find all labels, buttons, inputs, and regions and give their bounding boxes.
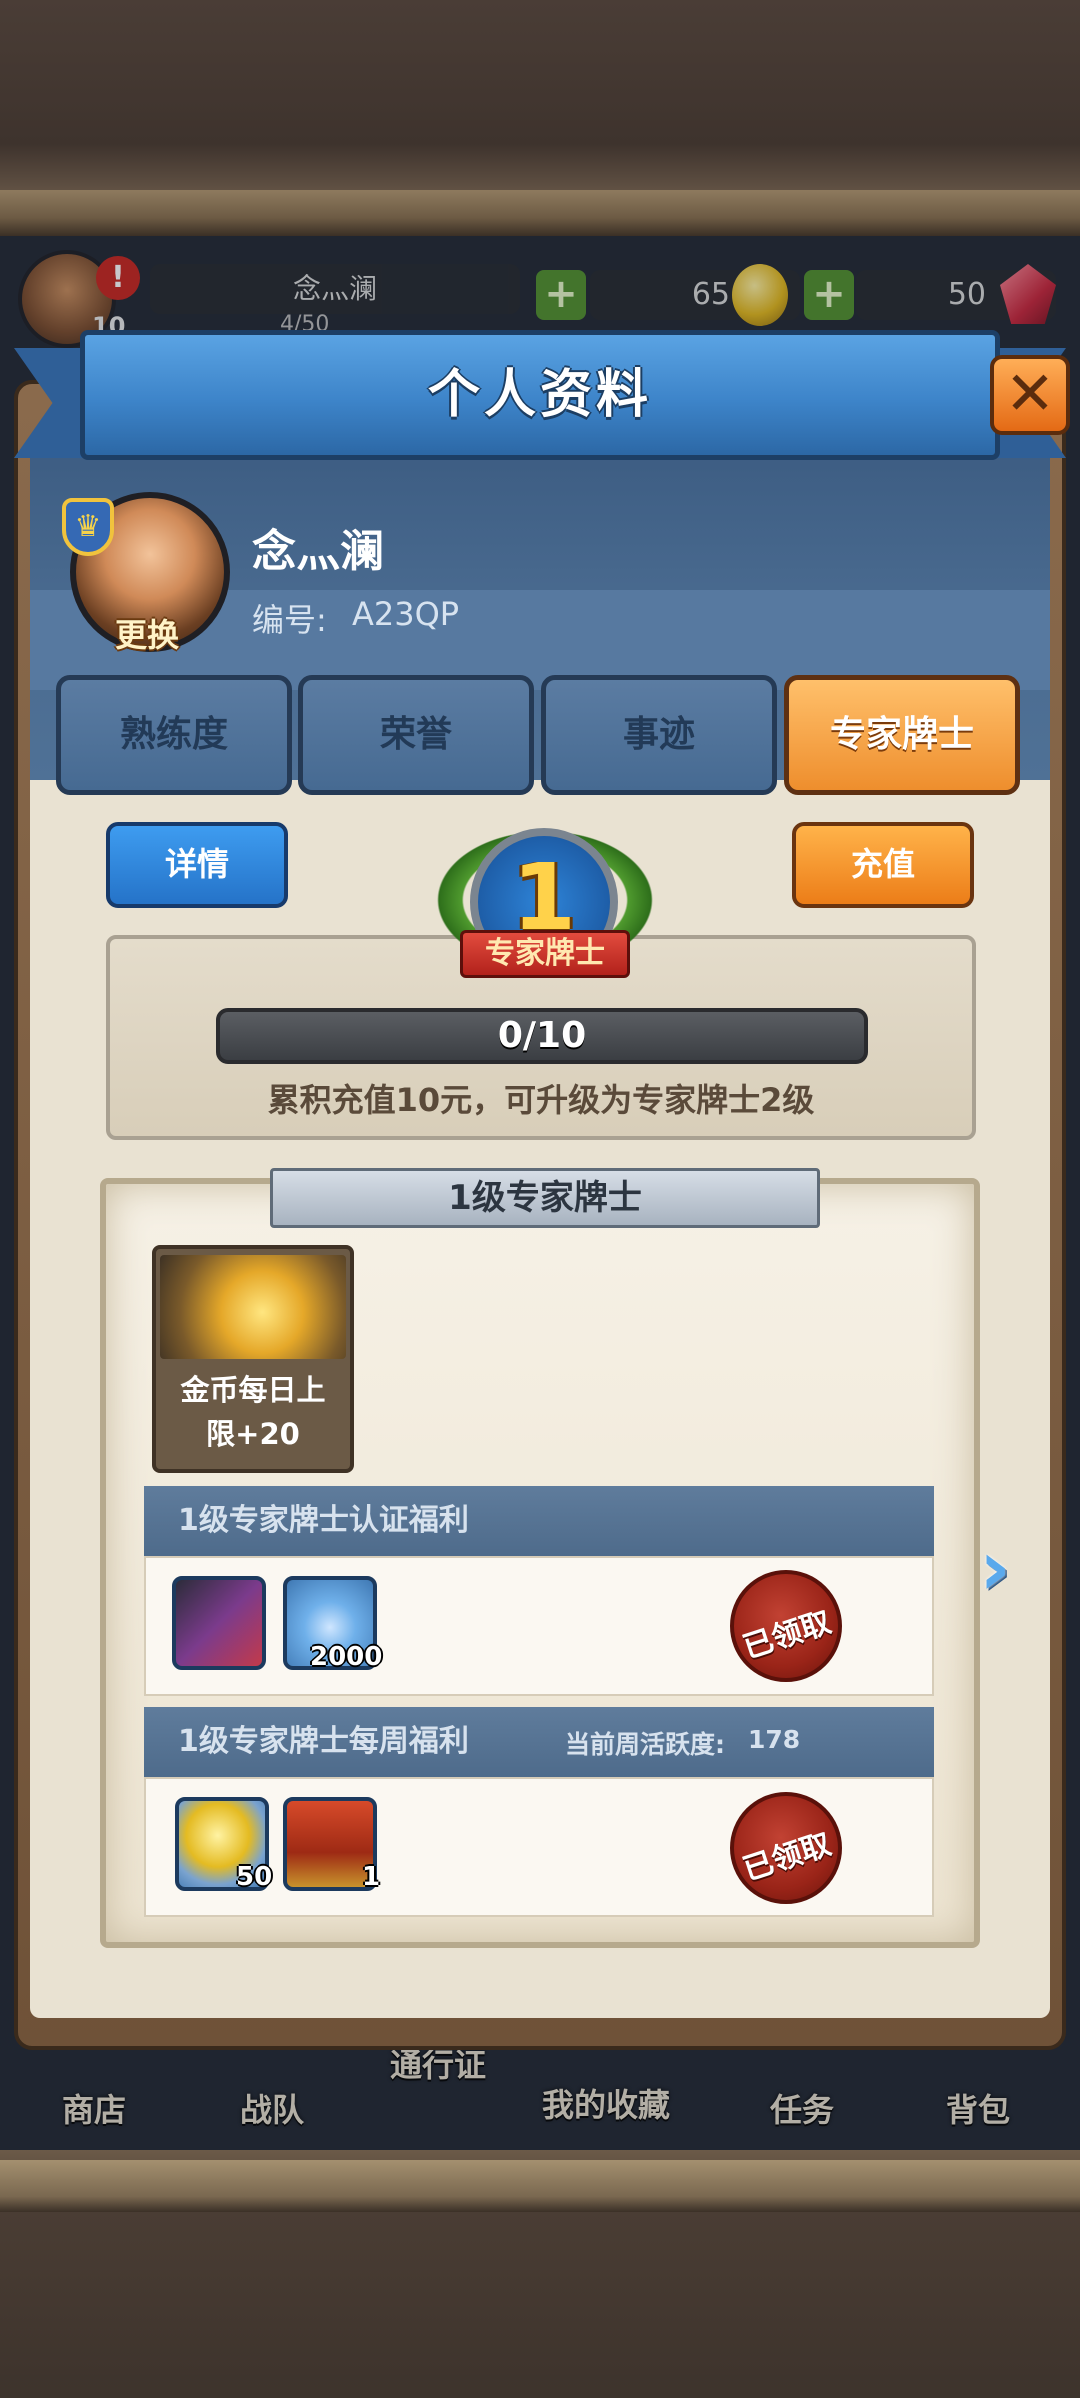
change-avatar-button[interactable]: 更换 [115, 610, 179, 656]
potion-count: 2000 [310, 1642, 383, 1672]
player-id: A23QP [352, 595, 460, 633]
coin-reward-count: 50 [236, 1862, 273, 1892]
top-wood-frame [0, 190, 1080, 236]
nav-tasks[interactable]: 任务 [770, 2085, 834, 2131]
modal-title: 个人资料 [427, 365, 652, 425]
gold-chest-icon [160, 1255, 346, 1359]
tab-deeds[interactable]: 事迹 [541, 675, 777, 795]
tab-proficiency[interactable]: 熟练度 [56, 675, 292, 795]
add-gems-button[interactable]: + [804, 270, 854, 320]
activity-value: 178 [748, 1725, 801, 1754]
next-page-arrow-icon[interactable]: › [970, 1528, 1020, 1608]
detail-button[interactable]: 详情 [106, 822, 288, 908]
chest-reward-count: 1 [362, 1862, 381, 1892]
bottom-wood-frame [0, 2160, 1080, 2212]
nav-collection[interactable]: 我的收藏 [542, 2080, 670, 2126]
add-coins-button[interactable]: + [536, 270, 586, 320]
tab-expert[interactable]: 专家牌士 [784, 675, 1020, 795]
alert-icon[interactable]: ! [96, 256, 140, 300]
activity-label: 当前周活跃度: [565, 1730, 725, 1759]
weekly-section-title: 1级专家牌士每周福利 [144, 1707, 934, 1777]
player-name: 念灬澜 [252, 526, 384, 577]
perk-label: 金币每日上 限+20 [180, 1373, 326, 1451]
player-id-label: 编号: [252, 601, 327, 639]
close-button[interactable]: ✕ [990, 355, 1070, 435]
bottom-nav: 商店 战队 通行证 我的收藏 任务 背包 [0, 2040, 1080, 2160]
hud-player-name: 念灬澜 [150, 264, 520, 314]
nav-team[interactable]: 战队 [240, 2085, 304, 2131]
recharge-button[interactable]: 充值 [792, 822, 974, 908]
tab-honor[interactable]: 荣誉 [298, 675, 534, 795]
panel-header: 1级专家牌士 [270, 1168, 820, 1228]
gold-coin-icon [732, 264, 788, 326]
crown-icon: ♛ [62, 498, 114, 556]
nav-bag[interactable]: 背包 [946, 2085, 1010, 2131]
hero-avatar-icon[interactable] [172, 1576, 266, 1670]
medal-banner: 专家牌士 [460, 930, 630, 978]
progress-text: 0/10 [497, 1015, 587, 1056]
nav-shop[interactable]: 商店 [62, 2085, 126, 2131]
upgrade-hint: 累积充值10元，可升级为专家牌士2级 [267, 1081, 815, 1119]
cert-section-title: 1级专家牌士认证福利 [144, 1486, 934, 1556]
